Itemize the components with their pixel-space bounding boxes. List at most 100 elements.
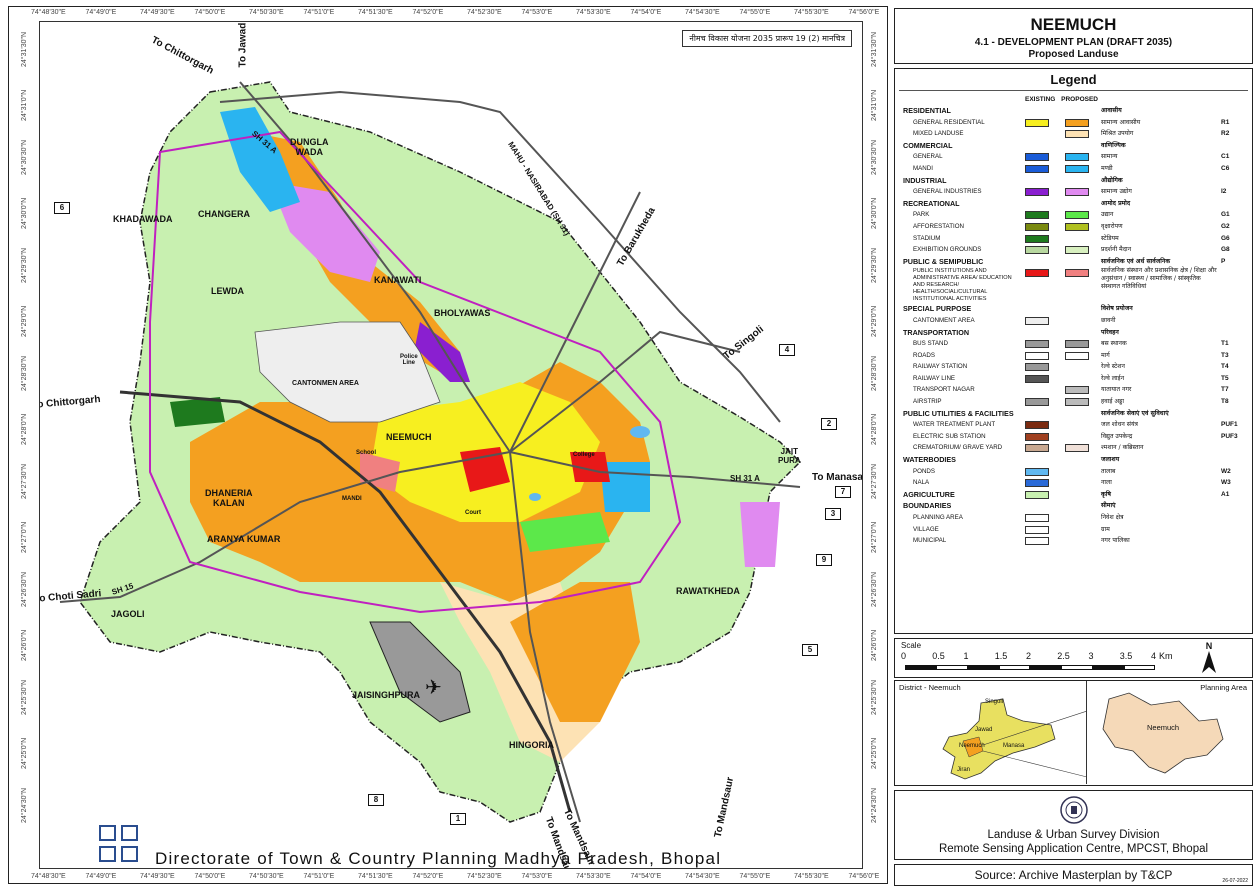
legend-row: MUNICIPAL नगर पालिका [903, 535, 1246, 547]
legend-row-label: PLANNING AREA [913, 514, 963, 521]
legend-row-hindi: तालाब [1101, 467, 1116, 475]
coord-left-label: 24°26'30"N [21, 571, 28, 607]
legend-row-label: AFFORESTATION [913, 222, 964, 230]
legend-swatch-existing [1025, 351, 1049, 360]
legend-row-label: STADIUM [913, 234, 941, 242]
legend-row-label: MIXED LANDUSE [913, 130, 964, 138]
coord-bottom-label: 74°53'0"E [521, 873, 553, 880]
legend-row-label: RAILWAY LINE [913, 374, 956, 382]
landuse-map-graphic: ✈ [59, 81, 802, 823]
source-block: Source: Archive Masterplan by T&CP 26-07… [894, 864, 1253, 886]
coord-right-label: 24°28'0"N [871, 413, 878, 445]
legend-row-label: EXHIBITION GROUNDS [913, 246, 982, 254]
legend-row-code: C1 [1221, 153, 1230, 161]
road-label-to-jawad: To Jawad [237, 22, 249, 68]
coord-bottom-label: 74°53'30"E [576, 873, 611, 880]
place-dungla-wada: DUNGLA WADA [290, 137, 329, 157]
coord-bottom-label: 74°55'30"E [794, 873, 829, 880]
legend-row-hindi: नगर पालिका [1101, 537, 1130, 545]
legend-swatch-existing [1025, 188, 1049, 197]
coord-right-label: 24°25'30"N [871, 679, 878, 715]
locator-town-jiran: Jiran [957, 767, 971, 773]
callout-1[interactable]: 1 [450, 813, 466, 825]
callout-4[interactable]: 4 [779, 344, 795, 356]
callout-5[interactable]: 5 [802, 644, 818, 656]
legend-row-label: TRANSPORT NAGAR [913, 386, 975, 394]
coord-top-label: 74°52'30"E [467, 9, 502, 16]
legend-swatch-proposed [1065, 340, 1089, 349]
legend-row-code: T3 [1221, 351, 1229, 359]
place-hingoria: HINGORIA [509, 740, 554, 750]
legend-swatch-existing [1025, 246, 1049, 255]
legend-row-hindi: सार्वजनिक सेवाएं एवं सुविधाएं [1101, 409, 1169, 417]
coord-top-label: 74°51'0"E [303, 9, 335, 16]
callout-6[interactable]: 6 [54, 202, 70, 214]
legend-swatch-existing [1025, 432, 1049, 441]
callout-9[interactable]: 9 [816, 554, 832, 566]
legend-swatch-existing [1025, 211, 1049, 220]
legend-row-hindi: सामान्य आवासीय [1101, 118, 1141, 126]
legend-row: PLANNING AREA निवेश क्षेत्र [903, 512, 1246, 524]
legend-row: PONDS तालाब W2 [903, 466, 1246, 478]
legend-row: PARK उद्यान G1 [903, 209, 1246, 221]
place-jaisinghpura: JAISINGHPURA [352, 690, 421, 700]
place-court: Court [465, 510, 481, 516]
legend-row-label: GENERAL [913, 153, 943, 161]
scale-unit: Km [1159, 651, 1173, 661]
legend-row-hindi: आमोद प्रमोद [1101, 199, 1131, 207]
legend-row-code: G6 [1221, 234, 1230, 242]
map-footer: Directorate of Town & Country Planning M… [155, 849, 722, 868]
legend-row: WATER TREATMENT PLANT जल शोधन संयंत्र PUF1 [903, 419, 1246, 431]
scale-tick: 3 [1088, 651, 1094, 661]
legend-row-code: T7 [1221, 386, 1229, 394]
legend-swatch-proposed [1065, 118, 1089, 127]
source-text: Source: Archive Masterplan by T&CP [974, 868, 1173, 882]
legend-row-label: NALA [913, 479, 930, 487]
pond [630, 426, 650, 438]
callout-3[interactable]: 3 [825, 508, 841, 520]
legend-row-label: SPECIAL PURPOSE [903, 304, 972, 314]
callout-2[interactable]: 2 [821, 418, 837, 430]
plan-title: 4.1 - DEVELOPMENT PLAN (DRAFT 2035) [974, 37, 1173, 48]
district-locator-title: District - Neemuch [899, 683, 961, 692]
landuse-map[interactable]: ✈ नीमच विकास योजना 2035 प्रारूप 19 (2) म… [39, 21, 863, 869]
legend-row-hindi: सामान्य [1101, 153, 1118, 161]
legend-row-hindi: यातायात नगर [1101, 386, 1132, 394]
coord-right-label: 24°24'30"N [871, 787, 878, 823]
legend-row-hindi: छावनी [1101, 316, 1116, 324]
legend-row: CREMATORIUM/ GRAVE YARD श्मशान / कब्रिस्त… [903, 442, 1246, 454]
north-label: N [1205, 641, 1213, 651]
legend-row: RAILWAY STATION रेल्वे स्टेशन T4 [903, 361, 1246, 373]
legend-row-code: R1 [1221, 118, 1230, 126]
legend-row-label: PUBLIC UTILITIES & FACILITIES [903, 408, 1014, 418]
legend-row: BUS STAND बस स्थानक T1 [903, 338, 1246, 350]
callout-8[interactable]: 8 [368, 794, 384, 806]
legend-row-hindi: कृषि [1101, 490, 1111, 498]
legend-swatch-existing [1025, 398, 1049, 407]
legend-row-hindi: मिश्रित उपयोग [1101, 130, 1134, 138]
scale-tick: 3.5 [1119, 651, 1133, 661]
scale-tick: 1.5 [994, 651, 1008, 661]
legend-swatch-existing [1025, 222, 1049, 231]
legend-col-existing: EXISTING [1025, 96, 1056, 103]
legend-row-hindi: मण्डी [1101, 164, 1113, 172]
legend-row: TRANSPORT NAGAR यातायात नगर T7 [903, 384, 1246, 396]
coord-bottom-label: 74°51'0"E [303, 873, 335, 880]
coord-top-label: 74°48'30"E [31, 9, 66, 16]
legend-row: RECREATIONAL आमोद प्रमोद [903, 198, 1246, 210]
legend-row-code: C6 [1221, 164, 1230, 172]
legend-row: WATERBODIES जलाशय [903, 454, 1246, 466]
coord-left-label: 24°31'30"N [21, 31, 28, 67]
north-arrow-icon [1202, 651, 1216, 673]
coord-left-label: 24°31'0"N [21, 89, 28, 121]
coord-bottom-label: 74°48'30"E [31, 873, 66, 880]
callout-7[interactable]: 7 [835, 486, 851, 498]
credit-centre: Remote Sensing Application Centre, MPCST… [938, 843, 1209, 855]
legend-row-code: P [1221, 257, 1226, 265]
locator-town-manasa: Manasa [1003, 743, 1025, 749]
legend-row-label: ELECTRIC SUB STATION [913, 432, 986, 440]
map-title: NEEMUCH [1030, 15, 1117, 34]
legend-row-code: W3 [1221, 479, 1231, 487]
legend-row-label: BUS STAND [913, 340, 948, 348]
legend-col-proposed: PROPOSED [1061, 96, 1098, 103]
